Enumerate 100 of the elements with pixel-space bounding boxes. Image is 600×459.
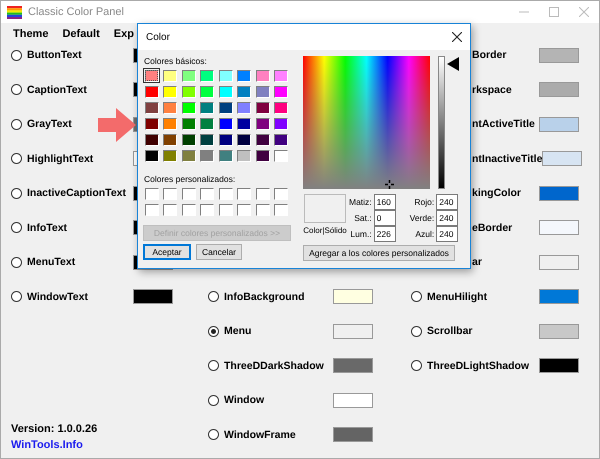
input-field[interactable]: 240: [436, 210, 458, 226]
radio-button[interactable]: [11, 50, 22, 60]
color-cell[interactable]: [143, 68, 160, 83]
color-cell[interactable]: [198, 68, 216, 83]
color-cell[interactable]: [272, 148, 290, 163]
color-cell[interactable]: [254, 132, 271, 147]
color-cell[interactable]: [162, 84, 178, 99]
color-swatch[interactable]: [133, 289, 173, 304]
radio-button[interactable]: [11, 84, 22, 95]
radio-button[interactable]: [208, 394, 219, 406]
color-cell[interactable]: [143, 84, 160, 99]
color-cell[interactable]: [198, 100, 216, 115]
color-cell[interactable]: [143, 116, 160, 131]
color-swatch[interactable]: [539, 82, 579, 97]
custom-color-cell[interactable]: [237, 204, 251, 216]
color-cell[interactable]: [217, 68, 234, 83]
color-cell[interactable]: [180, 84, 197, 99]
close-icon[interactable]: [452, 32, 462, 42]
color-swatch[interactable]: [542, 151, 582, 166]
color-swatch[interactable]: [539, 220, 579, 235]
color-cell[interactable]: [217, 148, 234, 163]
color-cell[interactable]: [272, 116, 290, 131]
color-cell[interactable]: [217, 84, 234, 99]
color-cell[interactable]: [162, 68, 178, 83]
color-cell[interactable]: [143, 132, 160, 147]
radio-button[interactable]: [11, 256, 22, 268]
radio-button[interactable]: [208, 429, 219, 440]
input-field[interactable]: 0: [374, 210, 396, 226]
color-swatch[interactable]: [539, 324, 579, 338]
radio-button[interactable]: [411, 291, 422, 302]
color-cell[interactable]: [236, 100, 252, 115]
color-swatch[interactable]: [539, 358, 579, 373]
color-cell[interactable]: [162, 100, 178, 115]
custom-color-cell[interactable]: [237, 188, 251, 200]
color-cell[interactable]: [217, 100, 234, 115]
color-cell[interactable]: [254, 68, 271, 83]
radio-button[interactable]: [11, 291, 22, 302]
color-cell[interactable]: [198, 84, 216, 99]
color-swatch[interactable]: [539, 289, 579, 304]
color-swatch[interactable]: [539, 48, 579, 62]
custom-color-cell[interactable]: [218, 188, 232, 200]
custom-color-cell[interactable]: [144, 204, 158, 216]
color-cell[interactable]: [272, 84, 290, 99]
color-swatch[interactable]: [333, 289, 373, 304]
color-cell[interactable]: [180, 68, 197, 83]
color-swatch[interactable]: [539, 254, 579, 270]
input-field[interactable]: 160: [374, 194, 396, 210]
color-swatch[interactable]: [333, 427, 373, 442]
color-swatch[interactable]: [539, 116, 579, 132]
custom-color-cell[interactable]: [200, 188, 214, 200]
color-spectrum[interactable]: [303, 56, 430, 189]
custom-color-cell[interactable]: [256, 204, 270, 216]
radio-button[interactable]: [411, 326, 422, 336]
color-cell[interactable]: [162, 148, 178, 163]
color-cell[interactable]: [217, 116, 234, 131]
radio-button[interactable]: [11, 118, 22, 130]
color-cell[interactable]: [272, 100, 290, 115]
custom-color-cell[interactable]: [182, 188, 196, 200]
crosshair-icon[interactable]: [385, 180, 394, 189]
color-cell[interactable]: [143, 148, 160, 163]
luminance-bar[interactable]: [438, 56, 445, 189]
color-cell[interactable]: [254, 100, 271, 115]
radio-button[interactable]: [208, 291, 219, 302]
color-swatch[interactable]: [539, 186, 579, 200]
color-cell[interactable]: [180, 148, 197, 163]
custom-color-cell[interactable]: [256, 188, 270, 200]
radio-button[interactable]: [208, 326, 219, 336]
color-cell[interactable]: [180, 100, 197, 115]
custom-color-cell[interactable]: [200, 204, 214, 216]
color-swatch[interactable]: [333, 358, 373, 373]
add-custom-colors-button[interactable]: Agregar a los colores personalizados: [303, 245, 455, 261]
color-cell[interactable]: [143, 100, 160, 115]
input-field[interactable]: 226: [374, 226, 396, 242]
website-link[interactable]: WinTools.Info: [11, 439, 173, 451]
color-cell[interactable]: [272, 132, 290, 147]
color-swatch[interactable]: [333, 392, 373, 408]
color-cell[interactable]: [254, 84, 271, 99]
radio-button[interactable]: [208, 360, 219, 371]
color-cell[interactable]: [198, 148, 216, 163]
custom-color-cell[interactable]: [182, 204, 196, 216]
color-cell[interactable]: [236, 132, 252, 147]
menu-item[interactable]: Default: [62, 28, 100, 40]
luminance-pointer[interactable]: [447, 56, 459, 71]
radio-button[interactable]: [11, 188, 22, 198]
input-field[interactable]: 240: [436, 226, 458, 242]
input-field[interactable]: 240: [436, 194, 458, 210]
color-cell[interactable]: [162, 116, 178, 131]
color-cell[interactable]: [217, 132, 234, 147]
color-swatch[interactable]: [333, 324, 373, 338]
menu-item[interactable]: Exp: [114, 28, 134, 40]
custom-color-cell[interactable]: [163, 204, 177, 216]
custom-color-cell[interactable]: [218, 204, 232, 216]
custom-color-cell[interactable]: [163, 188, 177, 200]
color-cell[interactable]: [236, 148, 252, 163]
color-cell[interactable]: [180, 132, 197, 147]
menu-item[interactable]: Theme: [13, 28, 48, 40]
radio-button[interactable]: [11, 222, 22, 233]
color-cell[interactable]: [180, 116, 197, 131]
color-cell[interactable]: [236, 116, 252, 131]
custom-color-cell[interactable]: [144, 188, 158, 200]
